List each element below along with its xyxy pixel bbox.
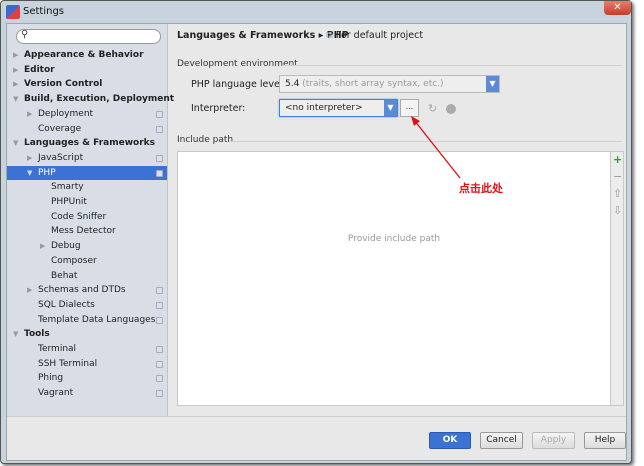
annotation-arrow: [411, 116, 461, 179]
annotation-text: 点击此处: [459, 182, 503, 195]
